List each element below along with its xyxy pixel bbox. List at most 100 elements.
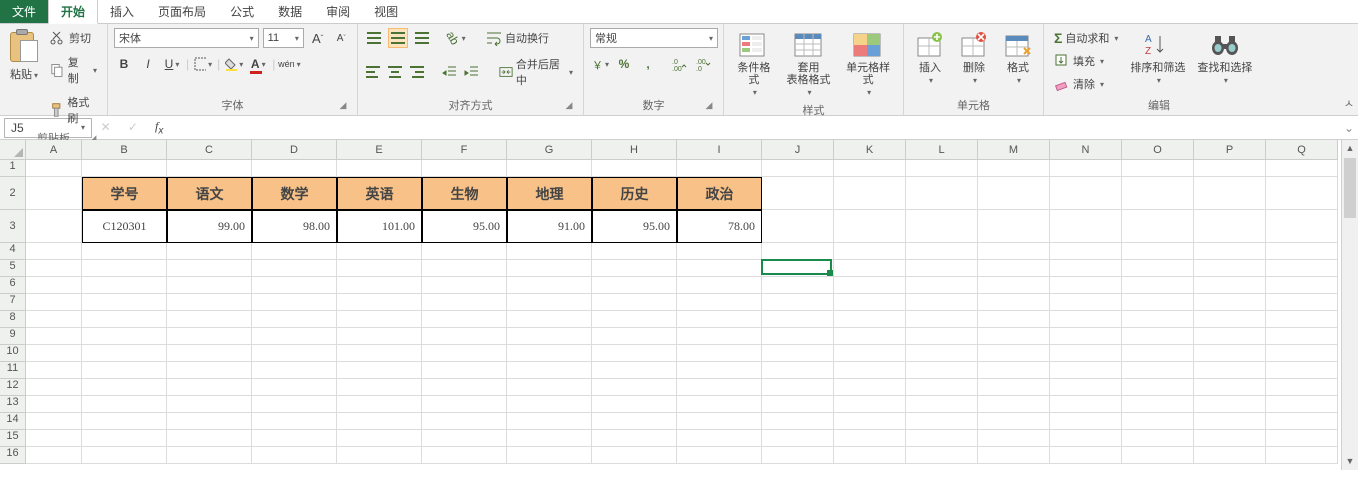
cell[interactable]	[26, 294, 82, 311]
cell[interactable]	[677, 430, 762, 447]
cell[interactable]	[906, 345, 978, 362]
cell[interactable]	[762, 177, 834, 210]
font-name-combo[interactable]: 宋体▾	[114, 28, 259, 48]
row-header[interactable]: 3	[0, 210, 26, 243]
cell[interactable]	[422, 447, 507, 464]
cell[interactable]	[167, 311, 252, 328]
cell[interactable]	[1050, 413, 1122, 430]
column-header[interactable]: N	[1050, 140, 1122, 160]
cell[interactable]	[337, 277, 422, 294]
cell[interactable]	[167, 243, 252, 260]
cell[interactable]	[167, 277, 252, 294]
cell[interactable]	[834, 160, 906, 177]
row-header[interactable]: 10	[0, 345, 26, 362]
cell[interactable]	[1194, 160, 1266, 177]
cell[interactable]	[1050, 177, 1122, 210]
cell[interactable]	[26, 345, 82, 362]
cell[interactable]	[1050, 294, 1122, 311]
cell[interactable]	[507, 362, 592, 379]
cell[interactable]	[82, 294, 167, 311]
cell[interactable]	[252, 379, 337, 396]
cell[interactable]	[1122, 243, 1194, 260]
cell[interactable]	[1122, 396, 1194, 413]
column-header[interactable]: P	[1194, 140, 1266, 160]
cell[interactable]	[677, 328, 762, 345]
cell[interactable]	[26, 396, 82, 413]
cell[interactable]	[422, 260, 507, 277]
align-left-button[interactable]	[364, 62, 382, 82]
cell[interactable]	[762, 210, 834, 243]
shrink-font-button[interactable]: Aˇ	[331, 28, 351, 48]
cell[interactable]	[978, 413, 1050, 430]
cell[interactable]	[592, 160, 677, 177]
comma-button[interactable]: ,	[638, 54, 658, 74]
row-header[interactable]: 12	[0, 379, 26, 396]
cell[interactable]	[26, 160, 82, 177]
cell[interactable]	[252, 396, 337, 413]
cell-style-button[interactable]: 单元格样式▾	[839, 28, 897, 100]
cell[interactable]	[1266, 447, 1338, 464]
cell[interactable]	[762, 379, 834, 396]
worksheet-grid[interactable]: 12345678910111213141516 ABCDEFGHIJKLMNOP…	[0, 140, 1358, 470]
cell[interactable]	[26, 430, 82, 447]
cell[interactable]	[834, 210, 906, 243]
cell[interactable]	[906, 210, 978, 243]
column-header[interactable]: M	[978, 140, 1050, 160]
cell[interactable]	[337, 447, 422, 464]
cell[interactable]	[592, 447, 677, 464]
cell[interactable]	[592, 328, 677, 345]
cell[interactable]	[337, 345, 422, 362]
cell[interactable]	[1194, 379, 1266, 396]
cell[interactable]	[507, 311, 592, 328]
orientation-button[interactable]: ab▾	[446, 28, 466, 48]
cell[interactable]	[906, 177, 978, 210]
cell[interactable]	[507, 396, 592, 413]
column-header[interactable]: A	[26, 140, 82, 160]
cell[interactable]	[252, 362, 337, 379]
cell[interactable]	[507, 160, 592, 177]
row-header[interactable]: 13	[0, 396, 26, 413]
cell[interactable]	[1050, 328, 1122, 345]
cell[interactable]	[1194, 447, 1266, 464]
align-bottom-button[interactable]	[412, 28, 432, 48]
cell[interactable]	[1122, 379, 1194, 396]
cell[interactable]	[82, 277, 167, 294]
merge-center-button[interactable]: 合并后居中▾	[495, 54, 577, 90]
table-cell[interactable]: C120301	[82, 210, 167, 243]
row-header[interactable]: 8	[0, 311, 26, 328]
cell[interactable]	[978, 277, 1050, 294]
cell[interactable]	[906, 277, 978, 294]
cell[interactable]	[762, 160, 834, 177]
row-header[interactable]: 1	[0, 160, 26, 177]
delete-cells-button[interactable]: 删除▾	[954, 28, 994, 88]
cell[interactable]	[978, 311, 1050, 328]
cell[interactable]	[422, 277, 507, 294]
row-header[interactable]: 11	[0, 362, 26, 379]
cell[interactable]	[1122, 177, 1194, 210]
fill-color-button[interactable]: ▾	[224, 54, 244, 74]
cell[interactable]	[1266, 177, 1338, 210]
cell[interactable]	[592, 243, 677, 260]
column-header[interactable]: Q	[1266, 140, 1338, 160]
cell[interactable]	[677, 311, 762, 328]
column-header[interactable]: K	[834, 140, 906, 160]
cell[interactable]	[1266, 413, 1338, 430]
scroll-thumb[interactable]	[1344, 158, 1356, 218]
cell[interactable]	[252, 260, 337, 277]
cell[interactable]	[1122, 294, 1194, 311]
cell[interactable]	[26, 379, 82, 396]
column-header[interactable]: E	[337, 140, 422, 160]
cell[interactable]	[252, 294, 337, 311]
cell[interactable]	[252, 430, 337, 447]
column-header[interactable]: D	[252, 140, 337, 160]
cell[interactable]	[82, 328, 167, 345]
cell[interactable]	[1266, 328, 1338, 345]
cell[interactable]	[167, 294, 252, 311]
cell[interactable]	[1122, 160, 1194, 177]
cell[interactable]	[978, 160, 1050, 177]
cell[interactable]	[1194, 277, 1266, 294]
column-header[interactable]: J	[762, 140, 834, 160]
cell[interactable]	[82, 160, 167, 177]
cell[interactable]	[1122, 210, 1194, 243]
cell[interactable]	[337, 243, 422, 260]
